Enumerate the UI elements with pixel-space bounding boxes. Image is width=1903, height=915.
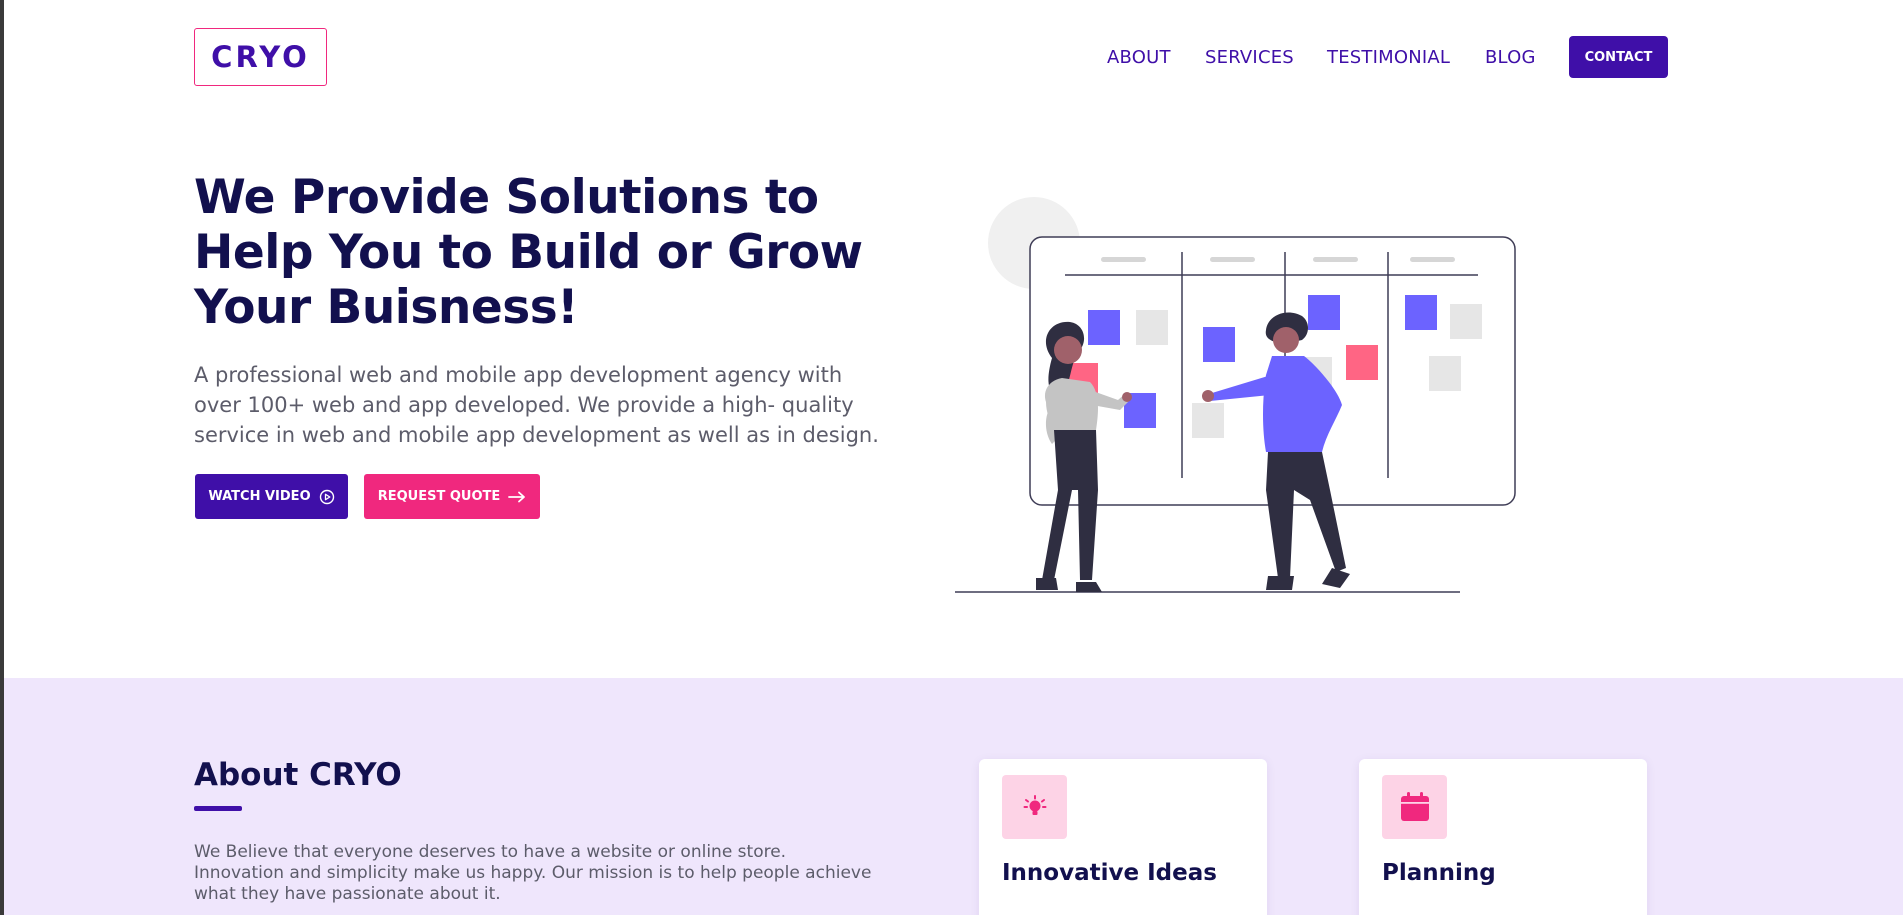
about-title: About CRYO	[194, 757, 402, 793]
hero-description: A professional web and mobile app develo…	[194, 363, 879, 447]
about-title-underline	[194, 806, 242, 811]
hero-title: We Provide Solutions to Help You to Buil…	[194, 170, 863, 335]
brand-logo[interactable]: CRYO	[194, 28, 327, 86]
watch-video-button[interactable]: WATCH VIDEO	[195, 474, 348, 519]
nav-about-link[interactable]: ABOUT	[1107, 47, 1171, 68]
card-title: Innovative Ideas	[1002, 860, 1217, 886]
request-quote-button[interactable]: REQUEST QUOTE	[364, 474, 540, 519]
nav-testimonial-link[interactable]: TESTIMONIAL	[1327, 47, 1450, 68]
calendar-icon	[1382, 775, 1447, 839]
feature-card-planning[interactable]: Planning	[1359, 759, 1647, 915]
request-quote-label: REQUEST QUOTE	[377, 489, 501, 504]
feature-card-innovative-ideas[interactable]: Innovative Ideas	[979, 759, 1267, 915]
site-header: CRYO ABOUT SERVICES TESTIMONIAL BLOG CON…	[0, 0, 1903, 115]
nav-services-link[interactable]: SERVICES	[1205, 47, 1294, 68]
nav-blog-link[interactable]: BLOG	[1485, 47, 1536, 68]
watch-video-label: WATCH VIDEO	[208, 489, 311, 504]
hero-illustration	[950, 190, 1520, 600]
contact-button[interactable]: CONTACT	[1569, 36, 1668, 78]
lightbulb-icon	[1002, 775, 1067, 839]
play-circle-icon	[319, 489, 335, 505]
arrow-right-icon	[508, 491, 526, 503]
card-title: Planning	[1382, 860, 1496, 886]
about-text: We Believe that everyone deserves to hav…	[194, 842, 872, 904]
